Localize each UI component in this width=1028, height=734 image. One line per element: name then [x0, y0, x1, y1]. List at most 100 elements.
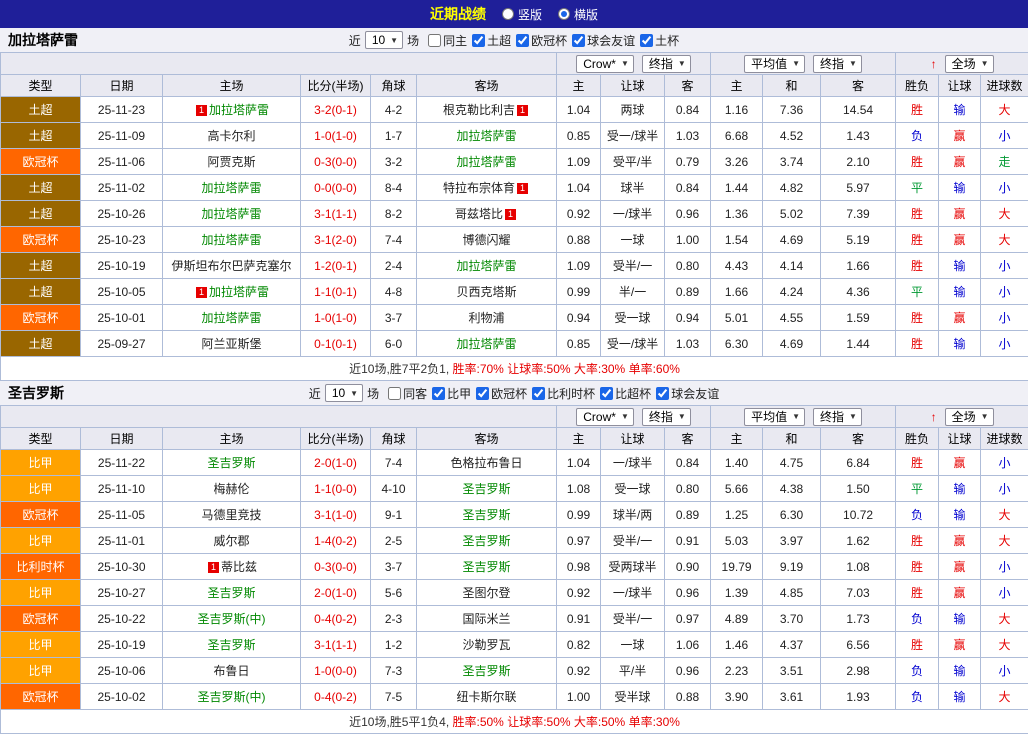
filter-checkbox[interactable]: 比超杯 — [600, 385, 651, 402]
home-team-link[interactable]: 蒂比兹 — [221, 560, 257, 574]
home-team-link[interactable]: 圣吉罗斯 — [207, 456, 255, 470]
scope-select[interactable]: 全场 ▼ — [945, 408, 994, 426]
bookmaker-stage-select[interactable]: 终指 ▼ — [642, 408, 691, 426]
score-cell[interactable]: 1-1(0-1) — [301, 279, 371, 305]
filter-checkbox-input[interactable] — [472, 34, 485, 47]
filter-checkbox-input[interactable] — [476, 387, 489, 400]
filter-checkbox[interactable]: 欧冠杯 — [476, 385, 527, 402]
home-team-link[interactable]: 梅赫伦 — [213, 482, 249, 496]
scope-select[interactable]: 全场 ▼ — [945, 55, 994, 73]
away-team-link[interactable]: 加拉塔萨雷 — [457, 155, 517, 169]
away-team-link[interactable]: 特拉布宗体育 — [443, 181, 515, 195]
away-team-link[interactable]: 圣吉罗斯 — [463, 508, 511, 522]
filter-checkbox-input[interactable] — [640, 34, 653, 47]
home-team-link[interactable]: 马德里竞技 — [201, 508, 261, 522]
filter-checkbox[interactable]: 欧冠杯 — [516, 32, 567, 49]
away-team-link[interactable]: 根克勒比利吉 — [443, 103, 515, 117]
filter-checkbox-input[interactable] — [572, 34, 585, 47]
away-team-link[interactable]: 国际米兰 — [463, 612, 511, 626]
bookmaker-stage-select[interactable]: 终指 ▼ — [642, 55, 691, 73]
home-team-link[interactable]: 圣吉罗斯(中) — [198, 612, 266, 626]
home-team-link[interactable]: 威尔郡 — [213, 534, 249, 548]
home-team-link[interactable]: 加拉塔萨雷 — [209, 103, 269, 117]
filter-checkbox[interactable]: 球会友谊 — [572, 32, 635, 49]
away-team-link[interactable]: 圣吉罗斯 — [463, 534, 511, 548]
score-cell[interactable]: 1-1(0-0) — [301, 476, 371, 502]
home-team-link[interactable]: 圣吉罗斯 — [207, 638, 255, 652]
filter-checkbox[interactable]: 比甲 — [432, 385, 471, 402]
recent-count-select[interactable]: 10 ▼ — [365, 31, 403, 49]
away-team-link[interactable]: 圣吉罗斯 — [463, 482, 511, 496]
home-team-link[interactable]: 圣吉罗斯(中) — [198, 690, 266, 704]
away-team-link[interactable]: 圣图尔登 — [463, 586, 511, 600]
result-goals-cell: 大 — [981, 606, 1028, 632]
away-team-link[interactable]: 利物浦 — [469, 311, 505, 325]
filter-checkbox[interactable]: 比利时杯 — [532, 385, 595, 402]
away-team-link[interactable]: 圣吉罗斯 — [463, 664, 511, 678]
filter-checkbox-input[interactable] — [656, 387, 669, 400]
europe-stage-select[interactable]: 终指 ▼ — [813, 408, 862, 426]
europe-odds-select[interactable]: 平均值 ▼ — [744, 408, 805, 426]
filter-checkbox-input[interactable] — [432, 387, 445, 400]
home-team-link[interactable]: 加拉塔萨雷 — [201, 181, 261, 195]
filter-checkbox-input[interactable] — [532, 387, 545, 400]
away-team-link[interactable]: 圣吉罗斯 — [463, 560, 511, 574]
layout-radio-vertical[interactable]: 竖版 — [502, 6, 542, 23]
home-team-link[interactable]: 阿贾克斯 — [207, 155, 255, 169]
score-cell[interactable]: 3-2(0-1) — [301, 97, 371, 123]
score-cell[interactable]: 3-1(1-1) — [301, 632, 371, 658]
away-team-link[interactable]: 沙勒罗瓦 — [463, 638, 511, 652]
home-team-link[interactable]: 布鲁日 — [213, 664, 249, 678]
score-cell[interactable]: 3-1(1-1) — [301, 201, 371, 227]
recent-count-select[interactable]: 10 ▼ — [325, 384, 363, 402]
filter-checkbox-input[interactable] — [428, 34, 441, 47]
home-team-link[interactable]: 伊斯坦布尔巴萨克塞尔 — [171, 259, 291, 273]
filter-checkbox-input[interactable] — [388, 387, 401, 400]
score-cell[interactable]: 2-0(1-0) — [301, 580, 371, 606]
score-cell[interactable]: 1-0(0-0) — [301, 658, 371, 684]
away-team-link[interactable]: 博德闪耀 — [463, 233, 511, 247]
away-team-link[interactable]: 纽卡斯尔联 — [457, 690, 517, 704]
layout-radio-horizontal[interactable]: 横版 — [558, 6, 598, 23]
home-team-link[interactable]: 加拉塔萨雷 — [209, 285, 269, 299]
europe-odds-select[interactable]: 平均值 ▼ — [744, 55, 805, 73]
filter-checkbox[interactable]: 同客 — [388, 385, 427, 402]
away-team-link[interactable]: 加拉塔萨雷 — [457, 129, 517, 143]
sort-arrow-icon[interactable]: ↑ — [931, 410, 937, 424]
away-team-cell: 沙勒罗瓦 — [417, 632, 557, 658]
score-cell[interactable]: 1-0(1-0) — [301, 123, 371, 149]
sort-arrow-icon[interactable]: ↑ — [931, 57, 937, 71]
away-team-link[interactable]: 色格拉布鲁日 — [451, 456, 523, 470]
home-team-link[interactable]: 加拉塔萨雷 — [201, 233, 261, 247]
home-team-link[interactable]: 加拉塔萨雷 — [201, 207, 261, 221]
filter-checkbox-input[interactable] — [516, 34, 529, 47]
filter-checkbox[interactable]: 土超 — [472, 32, 511, 49]
score-cell[interactable]: 0-4(0-2) — [301, 606, 371, 632]
filter-checkbox[interactable]: 球会友谊 — [656, 385, 719, 402]
filter-checkbox-input[interactable] — [600, 387, 613, 400]
filter-checkbox[interactable]: 同主 — [428, 32, 467, 49]
home-team-link[interactable]: 阿兰亚斯堡 — [201, 337, 261, 351]
away-team-link[interactable]: 哥兹塔比 — [455, 207, 503, 221]
score-cell[interactable]: 0-1(0-1) — [301, 331, 371, 357]
score-cell[interactable]: 0-3(0-0) — [301, 149, 371, 175]
score-cell[interactable]: 1-0(1-0) — [301, 305, 371, 331]
score-cell[interactable]: 0-4(0-2) — [301, 684, 371, 710]
score-cell[interactable]: 3-1(1-0) — [301, 502, 371, 528]
score-cell[interactable]: 2-0(1-0) — [301, 450, 371, 476]
score-cell[interactable]: 1-4(0-2) — [301, 528, 371, 554]
score-cell[interactable]: 0-0(0-0) — [301, 175, 371, 201]
score-cell[interactable]: 3-1(2-0) — [301, 227, 371, 253]
bookmaker-select[interactable]: Crow* ▼ — [576, 55, 634, 73]
home-team-link[interactable]: 高卡尔利 — [207, 129, 255, 143]
home-team-link[interactable]: 加拉塔萨雷 — [201, 311, 261, 325]
away-team-link[interactable]: 加拉塔萨雷 — [457, 259, 517, 273]
europe-stage-select[interactable]: 终指 ▼ — [813, 55, 862, 73]
away-team-link[interactable]: 加拉塔萨雷 — [457, 337, 517, 351]
bookmaker-select[interactable]: Crow* ▼ — [576, 408, 634, 426]
home-team-link[interactable]: 圣吉罗斯 — [207, 586, 255, 600]
away-team-link[interactable]: 贝西克塔斯 — [457, 285, 517, 299]
filter-checkbox[interactable]: 土杯 — [640, 32, 679, 49]
score-cell[interactable]: 0-3(0-0) — [301, 554, 371, 580]
score-cell[interactable]: 1-2(0-1) — [301, 253, 371, 279]
